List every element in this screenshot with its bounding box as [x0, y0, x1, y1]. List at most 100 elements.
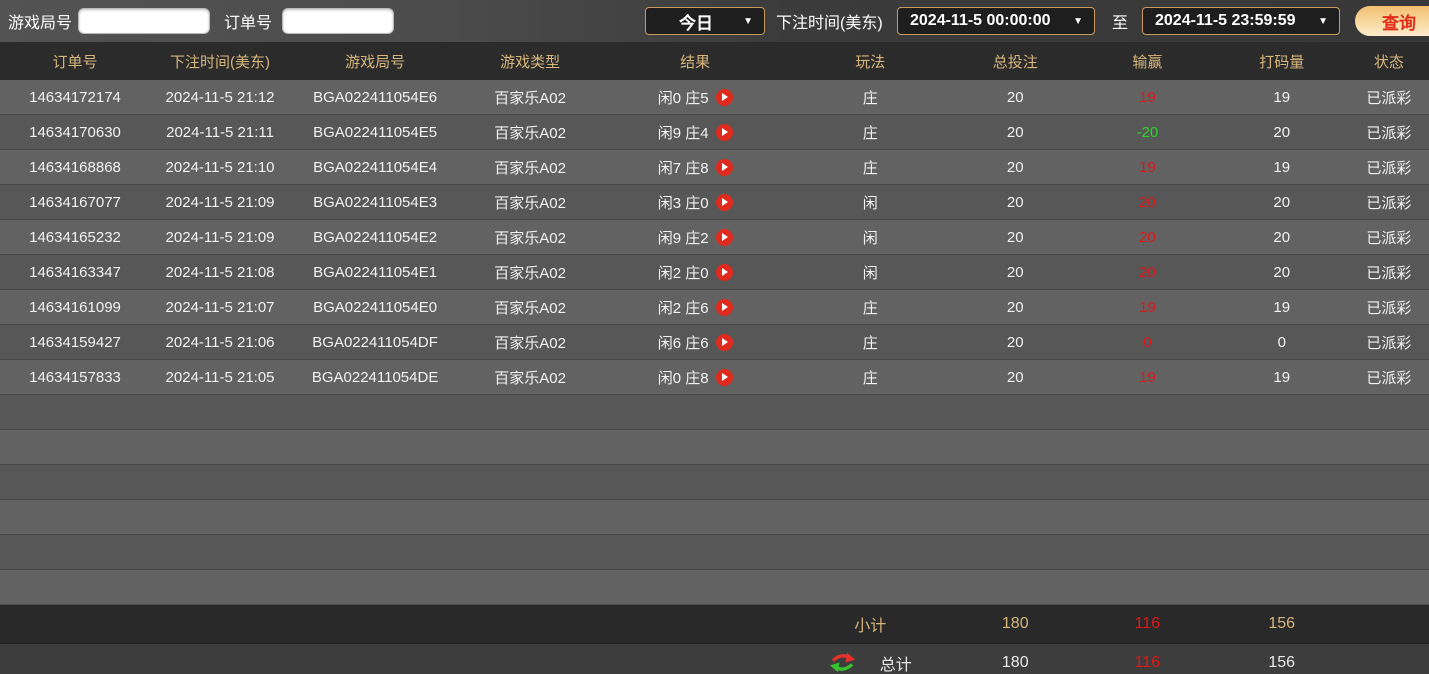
- play-icon[interactable]: [716, 194, 733, 211]
- cell-rolling: 0: [1215, 325, 1349, 359]
- cell-play: 闲: [790, 255, 950, 289]
- play-icon[interactable]: [716, 159, 733, 176]
- date-from-select[interactable]: 2024-11-5 00:00:00 ▼: [897, 7, 1095, 35]
- order-no-label: 订单号: [224, 0, 272, 42]
- cell-order-no: 14634159427: [0, 325, 150, 359]
- bet-records-page: 游戏局号 订单号 今日 ▼ 下注时间(美东) 2024-11-5 00:00:0…: [0, 0, 1429, 674]
- total-total-bet: 180: [950, 644, 1080, 674]
- cell-status: 已派彩: [1349, 220, 1429, 254]
- cell-play: 庄: [790, 360, 950, 394]
- cell-bet-time: 2024-11-5 21:08: [150, 255, 290, 289]
- cell-game-type: 百家乐A02: [460, 290, 600, 324]
- result-text: 闲9 庄4: [658, 122, 709, 143]
- cell-bet-time: 2024-11-5 21:05: [150, 360, 290, 394]
- game-round-input[interactable]: [78, 8, 210, 34]
- to-label: 至: [1112, 0, 1128, 42]
- header-status: 状态: [1349, 42, 1429, 80]
- cell-game-round: BGA022411054DE: [290, 360, 460, 394]
- cell-result: 闲9 庄2: [600, 220, 790, 254]
- play-icon[interactable]: [716, 299, 733, 316]
- cell-play: 庄: [790, 325, 950, 359]
- cell-status: 已派彩: [1349, 255, 1429, 289]
- empty-row: [0, 535, 1429, 570]
- cell-play: 闲: [790, 185, 950, 219]
- cell-status: 已派彩: [1349, 115, 1429, 149]
- date-from-value: 2024-11-5 00:00:00: [910, 12, 1051, 30]
- cell-bet-time: 2024-11-5 21:09: [150, 185, 290, 219]
- result-text: 闲3 庄0: [658, 192, 709, 213]
- cell-game-round: BGA022411054E5: [290, 115, 460, 149]
- refresh-icon[interactable]: [829, 650, 856, 674]
- order-no-input[interactable]: [282, 8, 394, 34]
- cell-total-bet: 20: [950, 360, 1080, 394]
- table-row: 146341688682024-11-5 21:10BGA022411054E4…: [0, 150, 1429, 185]
- cell-bet-time: 2024-11-5 21:11: [150, 115, 290, 149]
- table-row: 146341610992024-11-5 21:07BGA022411054E0…: [0, 290, 1429, 325]
- cell-result: 闲6 庄6: [600, 325, 790, 359]
- cell-order-no: 14634163347: [0, 255, 150, 289]
- query-button[interactable]: 查询: [1355, 6, 1429, 36]
- header-result: 结果: [600, 42, 790, 80]
- quick-range-select[interactable]: 今日 ▼: [645, 7, 765, 35]
- table-row: 146341633472024-11-5 21:08BGA022411054E1…: [0, 255, 1429, 290]
- cell-bet-time: 2024-11-5 21:06: [150, 325, 290, 359]
- cell-result: 闲2 庄6: [600, 290, 790, 324]
- cell-order-no: 14634168868: [0, 150, 150, 184]
- cell-order-no: 14634161099: [0, 290, 150, 324]
- cell-game-round: BGA022411054E4: [290, 150, 460, 184]
- table-row: 146341578332024-11-5 21:05BGA022411054DE…: [0, 360, 1429, 395]
- cell-win-loss: 19: [1080, 290, 1214, 324]
- cell-status: 已派彩: [1349, 290, 1429, 324]
- cell-game-type: 百家乐A02: [460, 325, 600, 359]
- header-play: 玩法: [790, 42, 950, 80]
- cell-status: 已派彩: [1349, 185, 1429, 219]
- cell-win-loss: 20: [1080, 220, 1214, 254]
- total-label: 总计: [880, 651, 912, 674]
- subtotal-win-loss: 116: [1080, 605, 1214, 643]
- result-text: 闲0 庄5: [658, 87, 709, 108]
- play-icon[interactable]: [716, 369, 733, 386]
- table-row: 146341706302024-11-5 21:11BGA022411054E5…: [0, 115, 1429, 150]
- play-icon[interactable]: [716, 124, 733, 141]
- cell-result: 闲0 庄5: [600, 80, 790, 114]
- table-row: 146341670772024-11-5 21:09BGA022411054E3…: [0, 185, 1429, 220]
- chevron-down-icon: ▼: [1318, 16, 1328, 27]
- empty-row: [0, 395, 1429, 430]
- cell-total-bet: 20: [950, 80, 1080, 114]
- cell-game-round: BGA022411054E2: [290, 220, 460, 254]
- quick-range-value: 今日: [679, 9, 713, 34]
- table-row: 146341652322024-11-5 21:09BGA022411054E2…: [0, 220, 1429, 255]
- cell-total-bet: 20: [950, 115, 1080, 149]
- cell-game-type: 百家乐A02: [460, 150, 600, 184]
- cell-play: 庄: [790, 150, 950, 184]
- cell-rolling: 20: [1215, 255, 1349, 289]
- cell-game-round: BGA022411054E0: [290, 290, 460, 324]
- cell-order-no: 14634172174: [0, 80, 150, 114]
- cell-play: 闲: [790, 220, 950, 254]
- cell-bet-time: 2024-11-5 21:10: [150, 150, 290, 184]
- cell-total-bet: 20: [950, 325, 1080, 359]
- play-icon[interactable]: [716, 264, 733, 281]
- cell-order-no: 14634167077: [0, 185, 150, 219]
- cell-play: 庄: [790, 115, 950, 149]
- cell-rolling: 20: [1215, 115, 1349, 149]
- chevron-down-icon: ▼: [743, 16, 753, 27]
- cell-game-type: 百家乐A02: [460, 80, 600, 114]
- table-header-row: 订单号下注时间(美东)游戏局号游戏类型结果玩法总投注输赢打码量状态: [0, 42, 1429, 80]
- cell-game-type: 百家乐A02: [460, 255, 600, 289]
- play-icon[interactable]: [716, 89, 733, 106]
- result-text: 闲9 庄2: [658, 227, 709, 248]
- result-text: 闲2 庄6: [658, 297, 709, 318]
- date-to-select[interactable]: 2024-11-5 23:59:59 ▼: [1142, 7, 1340, 35]
- empty-row: [0, 500, 1429, 535]
- result-text: 闲7 庄8: [658, 157, 709, 178]
- play-icon[interactable]: [716, 334, 733, 351]
- play-icon[interactable]: [716, 229, 733, 246]
- cell-rolling: 19: [1215, 360, 1349, 394]
- empty-row: [0, 570, 1429, 605]
- cell-status: 已派彩: [1349, 325, 1429, 359]
- cell-game-type: 百家乐A02: [460, 115, 600, 149]
- cell-game-type: 百家乐A02: [460, 185, 600, 219]
- total-row: 总计 180 116 156: [0, 643, 1429, 674]
- header-game-type: 游戏类型: [460, 42, 600, 80]
